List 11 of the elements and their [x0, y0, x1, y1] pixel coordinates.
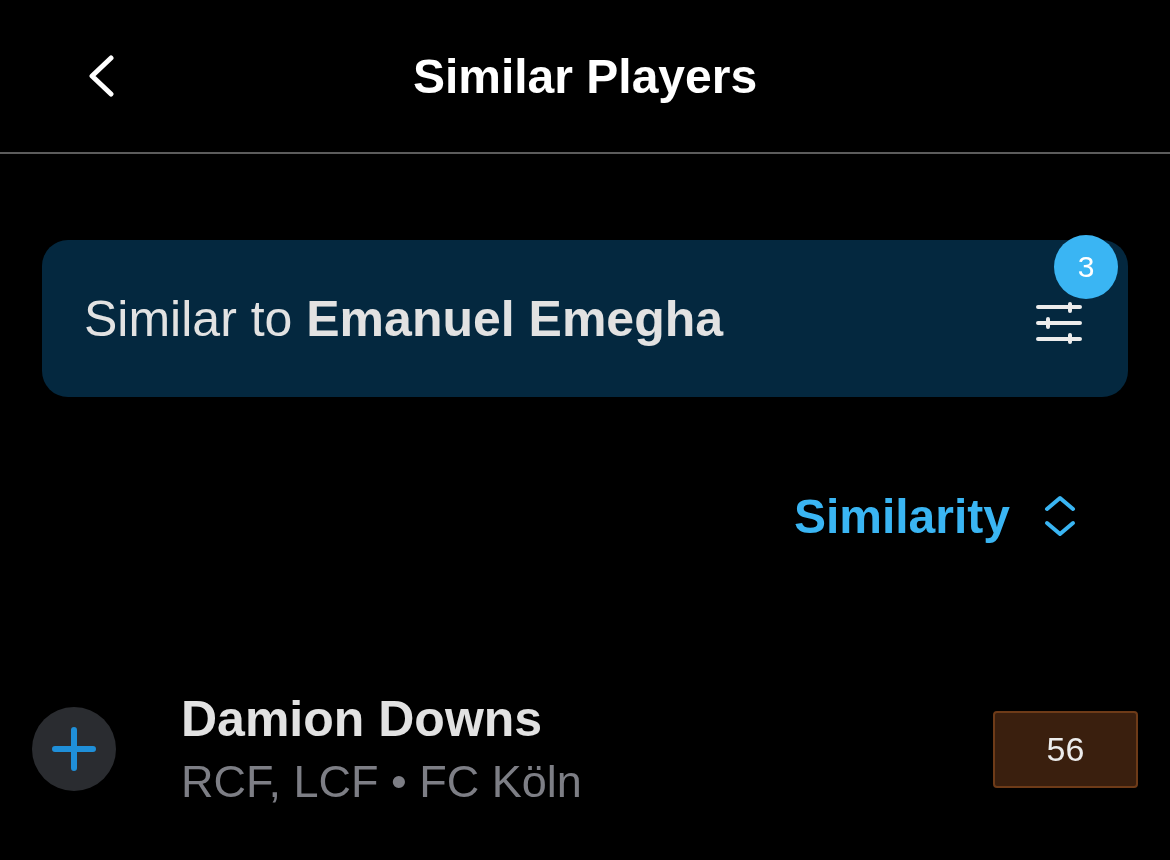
similar-to-label: Similar to Emanuel Emegha	[84, 289, 725, 348]
screen-title: Similar Players	[412, 48, 758, 104]
chevron-up-down-icon	[1044, 495, 1076, 537]
similarity-score: 56	[993, 710, 1138, 788]
player-name: Damion Downs	[181, 690, 544, 748]
plus-icon	[52, 727, 96, 771]
back-icon	[88, 55, 114, 97]
count-badge: 3	[1054, 235, 1118, 299]
player-details: RCF, LCF • FC Köln	[181, 756, 583, 808]
filter-icon[interactable]	[1036, 301, 1082, 344]
sort-button[interactable]: Similarity	[793, 489, 1076, 543]
